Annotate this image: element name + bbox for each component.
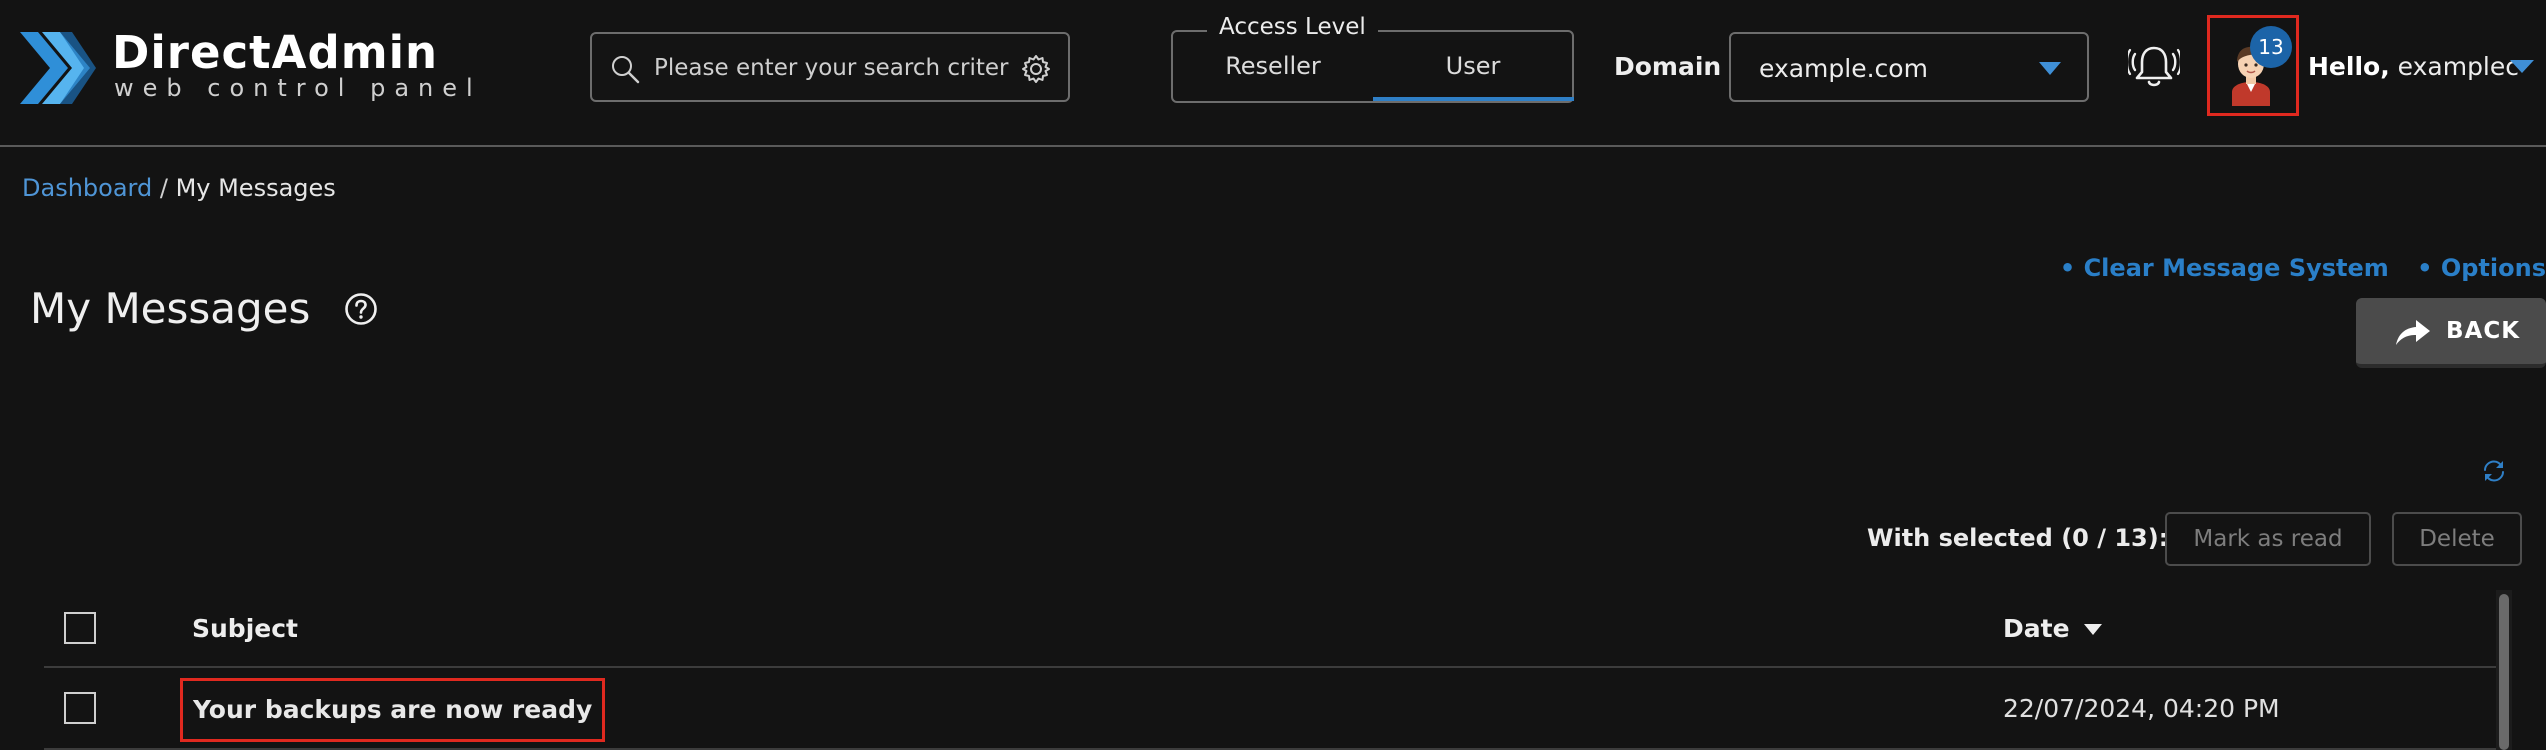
tab-reseller[interactable]: Reseller <box>1173 52 1373 80</box>
domain-label: Domain <box>1614 52 1722 81</box>
scrollbar-thumb[interactable] <box>2499 594 2509 750</box>
page-title: My Messages <box>30 284 311 333</box>
chevron-down-icon <box>2039 62 2061 75</box>
breadcrumb-separator: / <box>152 174 176 202</box>
logo-title: DirectAdmin <box>112 26 439 79</box>
back-button-label: BACK <box>2446 318 2521 344</box>
column-header-date-label: Date <box>2003 614 2070 643</box>
access-level-legend: Access Level <box>1207 14 1378 40</box>
domain-select[interactable]: example.com <box>1729 32 2089 102</box>
bell-icon[interactable] <box>2128 40 2180 92</box>
greeting-label: Hello, <box>2308 52 2390 81</box>
table-scrollbar[interactable] <box>2496 590 2512 750</box>
sort-descending-icon <box>2084 624 2103 635</box>
options-link[interactable]: • Options <box>2417 254 2546 282</box>
logo[interactable]: DirectAdmin web control panel <box>20 24 473 114</box>
breadcrumb: Dashboard / My Messages <box>22 174 336 202</box>
search-box <box>590 32 1070 102</box>
access-level-switcher: Access Level Reseller User <box>1171 14 1574 103</box>
search-input[interactable] <box>654 46 1010 90</box>
breadcrumb-dashboard-link[interactable]: Dashboard <box>22 174 152 202</box>
message-subject: Your backups are now ready <box>193 695 593 724</box>
message-date: 22/07/2024, 04:20 PM <box>2003 694 2280 723</box>
select-all-checkbox[interactable] <box>64 612 96 644</box>
mark-as-read-button[interactable]: Mark as read <box>2165 512 2371 566</box>
logo-subtitle: web control panel <box>114 74 482 102</box>
row-checkbox[interactable] <box>64 692 96 724</box>
message-subject-link[interactable]: Your backups are now ready <box>180 678 606 742</box>
user-avatar-button[interactable]: 13 <box>2207 15 2299 116</box>
delete-button[interactable]: Delete <box>2392 512 2522 566</box>
column-header-subject[interactable]: Subject <box>192 614 298 643</box>
clear-message-system-link[interactable]: • Clear Message System <box>2060 254 2389 282</box>
page-root: DirectAdmin web control panel Access Lev… <box>0 0 2546 750</box>
page-action-links: • Clear Message System • Options <box>2060 254 2546 282</box>
share-arrow-icon <box>2396 320 2430 345</box>
breadcrumb-current: My Messages <box>175 174 336 202</box>
user-greeting[interactable]: Hello, examplec <box>2308 52 2519 81</box>
gear-icon[interactable] <box>1020 53 1052 85</box>
search-icon <box>612 56 640 84</box>
tab-user[interactable]: User <box>1373 52 1573 80</box>
help-icon[interactable] <box>344 292 378 326</box>
top-header: DirectAdmin web control panel Access Lev… <box>0 0 2546 147</box>
refresh-icon[interactable] <box>2481 458 2507 484</box>
username: examplec <box>2397 52 2520 81</box>
back-button[interactable]: BACK <box>2356 298 2546 368</box>
active-tab-indicator <box>1373 97 1574 101</box>
selection-count-label: With selected (0 / 13): <box>1867 524 2169 552</box>
column-header-date[interactable]: Date <box>2003 614 2103 643</box>
directadmin-logo-icon <box>20 32 96 104</box>
notification-count-badge: 13 <box>2250 26 2292 68</box>
domain-select-value: example.com <box>1759 54 1928 83</box>
table-header: Subject Date <box>44 590 2496 668</box>
user-menu-chevron-down-icon[interactable] <box>2510 60 2534 74</box>
